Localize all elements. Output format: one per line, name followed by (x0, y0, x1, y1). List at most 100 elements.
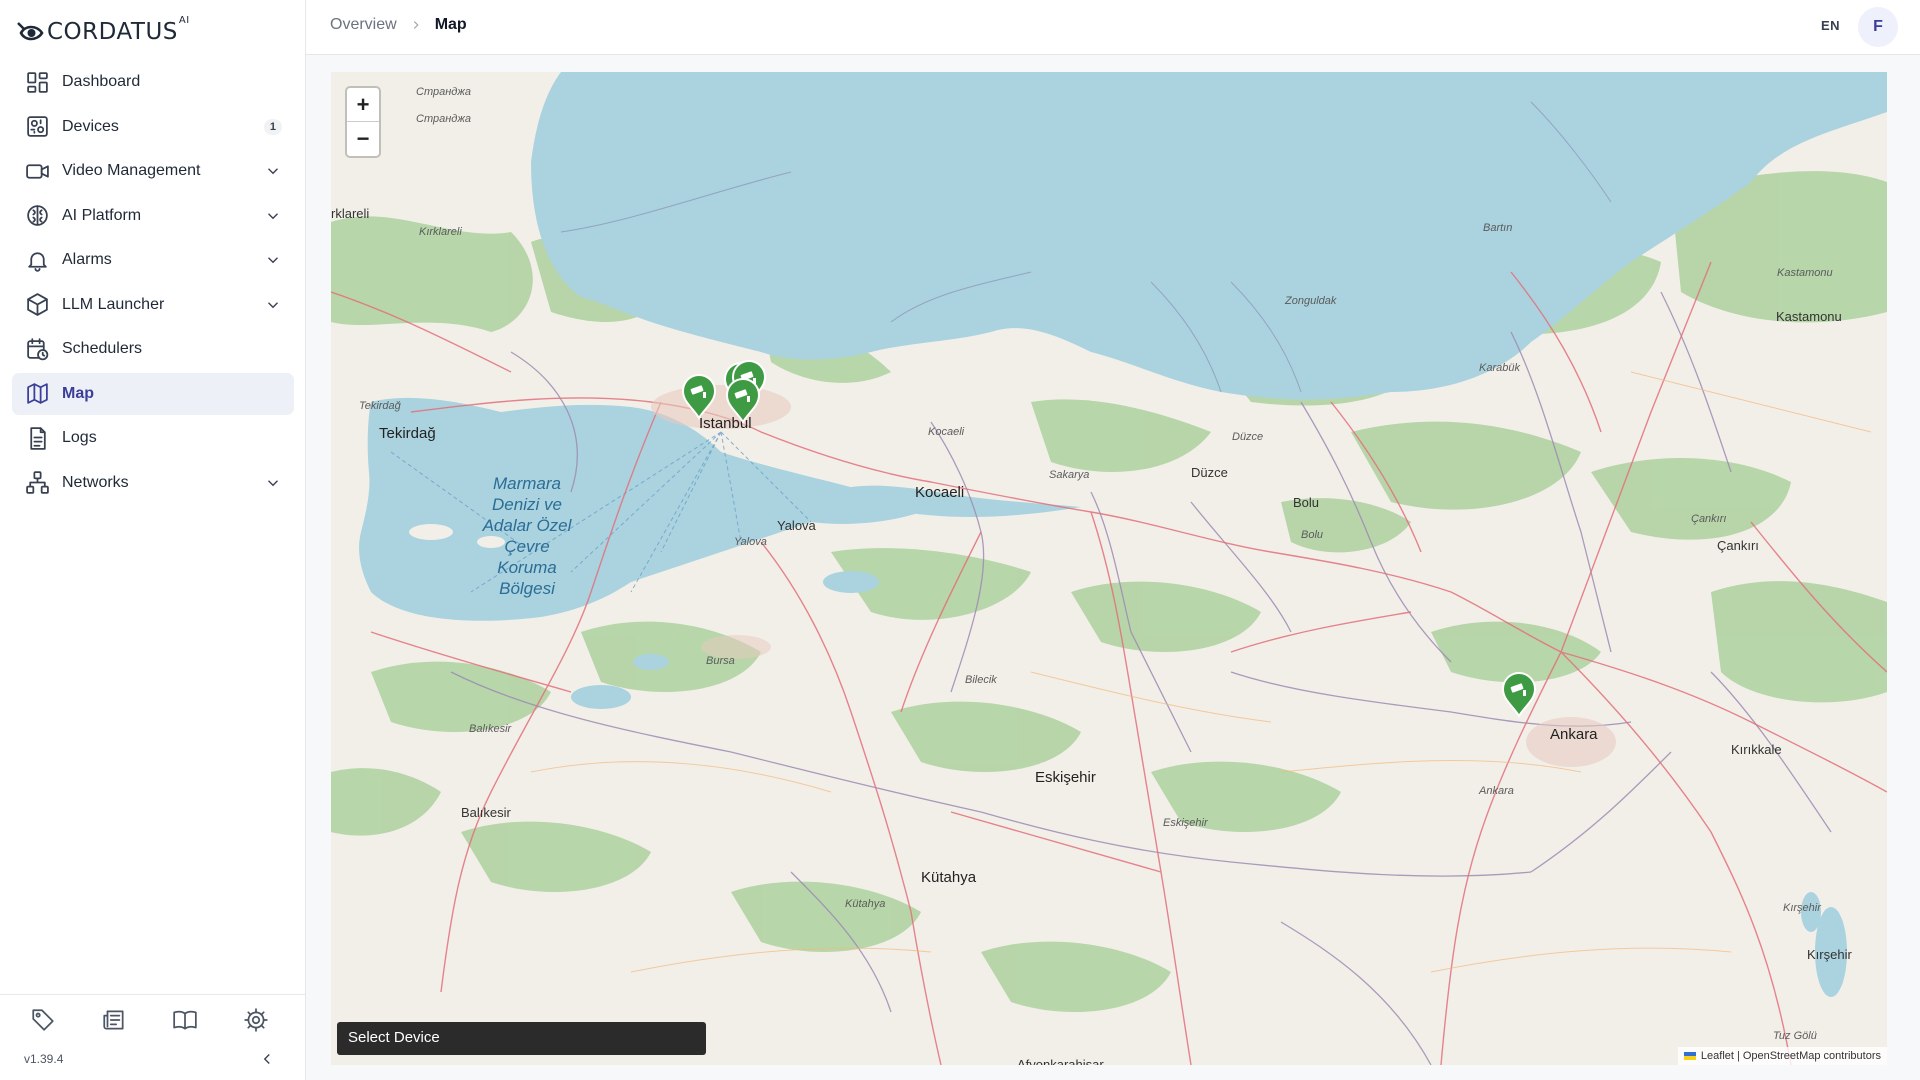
language-selector[interactable]: EN (1821, 18, 1840, 33)
map-attribution: Leaflet | OpenStreetMap contributors (1677, 1047, 1887, 1065)
map-label-zonguldak: Zonguldak (1285, 295, 1337, 307)
user-avatar[interactable]: F (1858, 7, 1898, 47)
map-label-ankara: Ankara (1550, 726, 1598, 743)
sidebar-item-dashboard[interactable]: Dashboard (12, 61, 294, 103)
brand-name: CORDATUSAI (47, 15, 190, 45)
sidebar-item-video-management[interactable]: Video Management (12, 150, 294, 192)
map-label-sakarya: Sakarya (1049, 469, 1090, 481)
map-label-kutahya: Kütahya (921, 869, 977, 886)
brand-sup: AI (178, 15, 190, 26)
devices-count-badge: 1 (263, 118, 282, 135)
app-version: v1.39.4 (24, 1052, 64, 1066)
map-label-tekirdag: Tekirdağ (379, 425, 436, 442)
sidebar-item-label: Devices (62, 117, 119, 135)
zoom-out-button[interactable]: − (347, 122, 379, 156)
map-label-kastamonu: Kastamonu (1776, 309, 1842, 324)
device-marker[interactable] (679, 372, 719, 420)
eye-logo-icon (17, 22, 44, 41)
map-label-eskisehir: Eskişehir (1035, 769, 1096, 786)
map-label-kirklareli: Kırklareli (419, 226, 462, 238)
sidebar-item-label: Dashboard (62, 73, 141, 90)
map-label-kirsehir: Kırşehir (1807, 947, 1852, 962)
sidebar-item-schedulers[interactable]: Schedulers (12, 328, 294, 370)
collapse-sidebar-icon[interactable] (258, 1050, 276, 1068)
app-root: CORDATUSAI Dashboard Devices 1 Video Man… (0, 0, 1920, 1080)
sidebar: CORDATUSAI Dashboard Devices 1 Video Man… (0, 0, 306, 1080)
map-label-kirklareli-edge: rklareli (331, 206, 370, 221)
map-label-kastamonu-small: Kastamonu (1777, 267, 1833, 279)
book-icon[interactable] (172, 1007, 198, 1033)
chevron-down-icon[interactable] (264, 251, 282, 269)
breadcrumb: Overview Map (330, 16, 467, 34)
map-label-tekirdag-small: Tekirdağ (359, 400, 401, 412)
select-device-dropdown[interactable]: Select Device (337, 1022, 706, 1055)
newspaper-icon[interactable] (101, 1007, 127, 1033)
devices-icon (24, 114, 50, 140)
sidebar-item-llm-launcher[interactable]: LLM Launcher (12, 284, 294, 326)
sidebar-item-label: Logs (62, 429, 97, 446)
sidebar-item-label: AI Platform (62, 206, 142, 224)
calendar-clock-icon (24, 336, 50, 362)
network-icon (24, 470, 50, 496)
brand-logo[interactable]: CORDATUSAI (16, 14, 190, 50)
device-marker[interactable] (1499, 670, 1539, 718)
breadcrumb-overview[interactable]: Overview (330, 16, 397, 34)
sidebar-item-alarms[interactable]: Alarms (12, 239, 294, 281)
brain-icon (24, 203, 50, 229)
map-label-kutahya-small: Kütahya (845, 898, 886, 910)
map-label-yalova-small: Yalova (734, 536, 767, 548)
document-icon (24, 425, 50, 451)
sidebar-item-label: Map (62, 384, 94, 402)
map-label-kirsehir-small: Kırşehir (1783, 902, 1821, 914)
map-label-strandzha: Странджа (416, 86, 472, 98)
sidebar-item-logs[interactable]: Logs (12, 417, 294, 459)
map-label-cankiri: Çankırı (1717, 538, 1759, 553)
map-label-marmara-sea: Marmara Denizi ve Adalar Özel Çevre Koru… (482, 474, 572, 598)
sidebar-item-networks[interactable]: Networks (12, 462, 294, 504)
map-label-yalova: Yalova (777, 518, 816, 533)
sidebar-item-map[interactable]: Map (12, 372, 294, 415)
breadcrumb-current: Map (434, 16, 467, 33)
sidebar-item-devices[interactable]: Devices 1 (12, 106, 294, 148)
map-label-karabuk: Karabük (1479, 362, 1520, 374)
map-view[interactable]: Странджа Странджа rklareli Kırklareli Te… (331, 72, 1887, 1065)
sidebar-footer: v1.39.4 (0, 994, 306, 1080)
sidebar-footer-icons (30, 1007, 269, 1033)
leaflet-link[interactable]: Leaflet (1701, 1050, 1734, 1062)
map-label-duzce-small: Düzce (1232, 431, 1264, 443)
top-header: Overview Map EN F (306, 0, 1920, 55)
sidebar-item-label: Video Management (62, 162, 201, 179)
gear-icon[interactable] (243, 1007, 269, 1033)
map-icon (24, 381, 50, 407)
chevron-down-icon[interactable] (264, 296, 282, 314)
map-label-afyonkarahisar: Afyonkarahisar (1017, 1057, 1104, 1065)
map-label-ankara-small: Ankara (1479, 785, 1514, 797)
map-label-strandzha: Странджа (416, 113, 472, 125)
sidebar-nav: Dashboard Devices 1 Video Management AI … (12, 61, 294, 506)
sidebar-item-label: Schedulers (62, 340, 143, 357)
bell-icon (24, 247, 50, 273)
map-label-balikesir-small: Balıkesir (469, 723, 512, 735)
map-label-cankiri-small: Çankırı (1691, 513, 1727, 525)
cube-icon (24, 292, 50, 318)
attribution-separator: | (1736, 1050, 1740, 1062)
osm-link[interactable]: OpenStreetMap contributors (1743, 1050, 1881, 1062)
tag-icon[interactable] (30, 1007, 56, 1033)
video-camera-icon (24, 158, 50, 184)
map-label-eskisehir-small: Eskişehir (1163, 817, 1208, 829)
map-label-tuz-golu: Tuz Gölü (1773, 1030, 1817, 1042)
map-label-duzce: Düzce (1191, 465, 1228, 480)
sidebar-item-label: LLM Launcher (62, 295, 165, 313)
chevron-down-icon[interactable] (264, 474, 282, 492)
device-marker[interactable] (723, 376, 763, 424)
sidebar-item-label: Alarms (62, 251, 112, 268)
map-label-bolu: Bolu (1293, 495, 1320, 510)
zoom-in-button[interactable]: + (347, 88, 379, 122)
sidebar-item-label: Networks (62, 473, 129, 491)
chevron-down-icon[interactable] (264, 207, 282, 225)
map-label-kocaeli-small: Kocaeli (928, 426, 965, 438)
sidebar-item-ai-platform[interactable]: AI Platform (12, 195, 294, 237)
chevron-down-icon[interactable] (264, 162, 282, 180)
map-label-bartin: Bartın (1483, 222, 1513, 234)
map-label-bilecik: Bilecik (965, 674, 997, 686)
